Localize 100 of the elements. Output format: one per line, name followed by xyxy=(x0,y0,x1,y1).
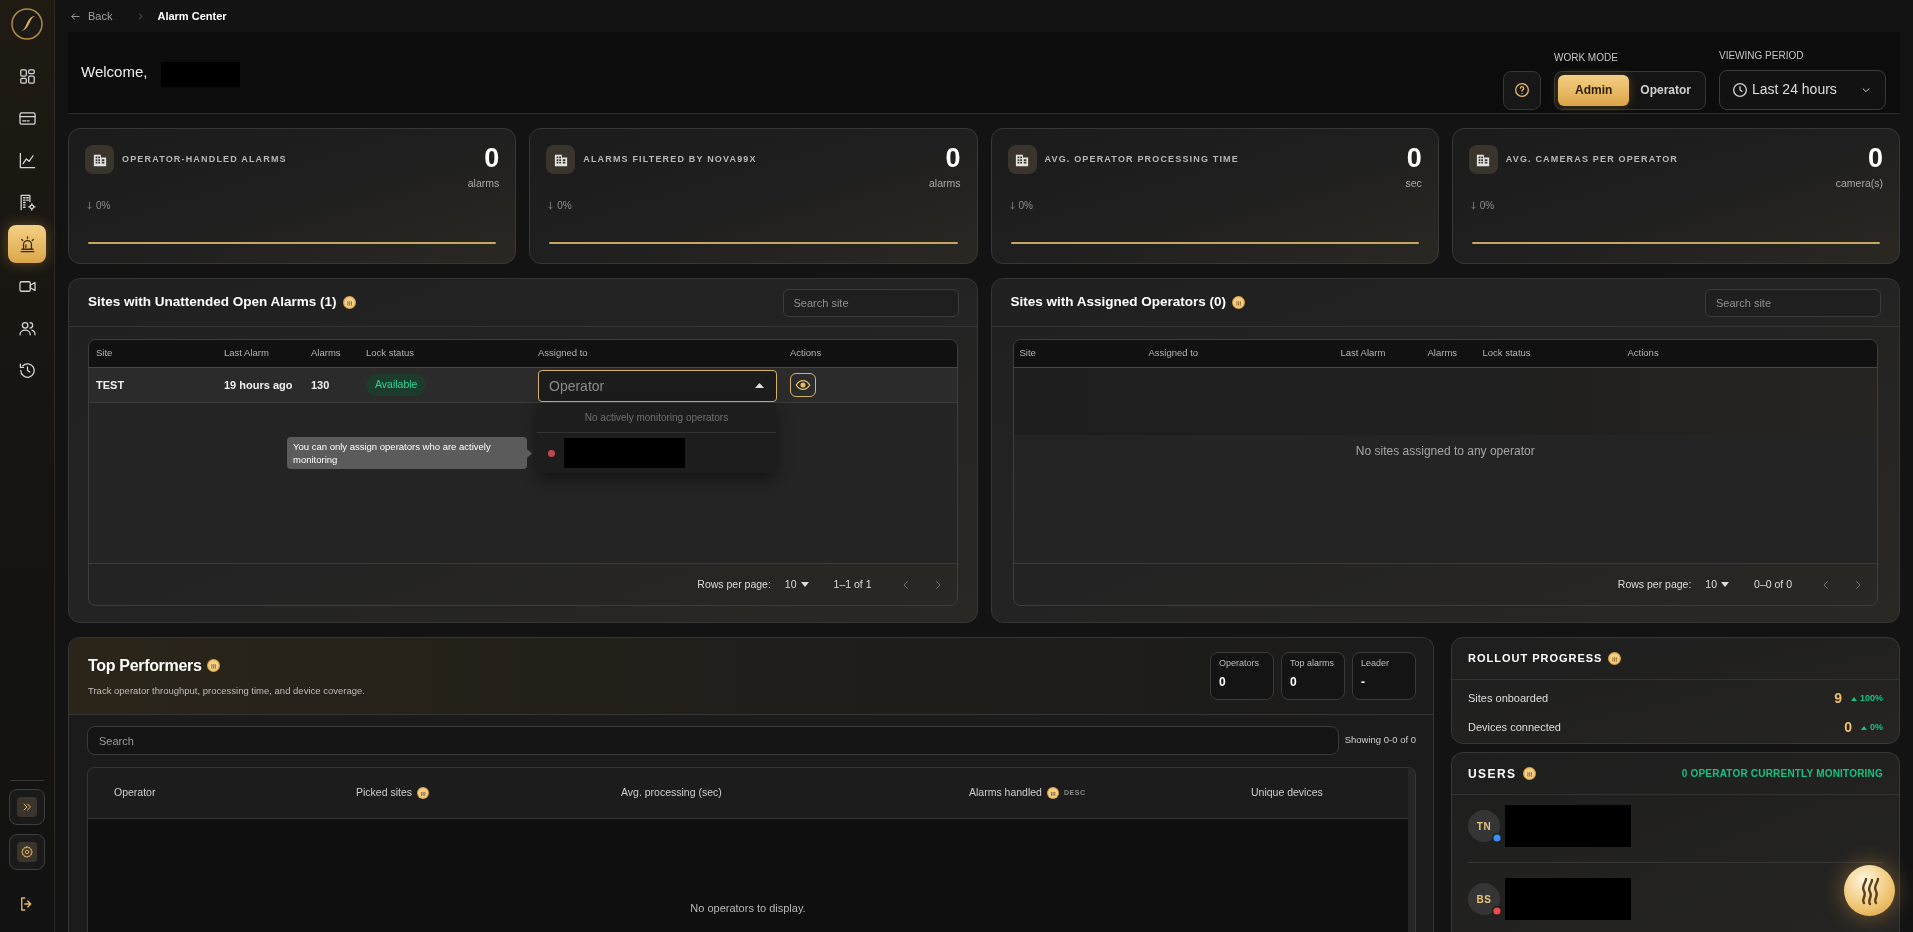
stat-change: 0% xyxy=(1479,198,1495,213)
arrow-left-icon xyxy=(70,10,81,22)
work-mode-label: WORK MODE xyxy=(1553,50,1619,65)
metric-label: Devices connected xyxy=(1468,720,1561,736)
flame-coin-icon xyxy=(1522,767,1536,780)
table-cell-text: TEST xyxy=(96,377,126,393)
help-button[interactable] xyxy=(1502,70,1541,110)
operator-select[interactable]: Operator xyxy=(538,369,777,402)
grid-icon xyxy=(17,66,37,86)
arrow-down-icon xyxy=(1007,199,1017,211)
flame-coin-icon xyxy=(1608,652,1622,665)
card-title: USERS xyxy=(1468,765,1517,783)
column-header: Assigned to xyxy=(538,346,589,361)
column-header: Site xyxy=(1019,346,1037,361)
panel-subtitle: Track operator throughput, processing time, and device coverage. xyxy=(88,683,365,698)
column-header: Avg. processing (sec) xyxy=(621,785,722,801)
settings-button[interactable] xyxy=(9,834,45,870)
eye-icon xyxy=(795,377,811,393)
column-header: Alarms handled xyxy=(969,785,1042,801)
rows-per-page-label: Rows per page: xyxy=(697,576,771,592)
stat-change: 0% xyxy=(557,198,572,213)
tooltip: You can only assign operators who are actively monitoring xyxy=(287,437,527,469)
rows-per-page-select[interactable]: 10 xyxy=(784,576,809,593)
building-icon xyxy=(85,145,114,174)
caret-up-icon xyxy=(755,382,764,388)
results-count: Showing 0-0 of 0 xyxy=(1344,733,1416,748)
search-field[interactable]: Search xyxy=(87,726,1339,755)
summary-value: 0 xyxy=(1290,676,1298,688)
table-cell-text: 130 xyxy=(311,377,331,393)
summary-label: Leader xyxy=(1361,659,1391,668)
stat-change: 0% xyxy=(1018,198,1033,213)
column-header: Last Alarm xyxy=(224,346,270,361)
chevron-right-icon xyxy=(136,11,146,21)
search-field[interactable]: Search site xyxy=(1705,288,1881,317)
line-chart-icon xyxy=(17,150,37,170)
column-header: Last Alarm xyxy=(1340,346,1387,361)
table-cell-text: 19 hours ago xyxy=(224,377,294,393)
viewing-period-label: VIEWING PERIOD xyxy=(1719,48,1805,63)
card-title: ROLLOUT PROGRESS xyxy=(1468,651,1603,667)
welcome-text: Welcome, xyxy=(81,62,148,83)
building-icon xyxy=(546,145,576,174)
arrow-down-icon xyxy=(1468,199,1478,211)
empty-note: No actively monitoring operators xyxy=(584,411,729,425)
summary-label: Top alarms xyxy=(1290,659,1335,668)
column-header: Assigned to xyxy=(1148,346,1200,361)
tooltip-arrow xyxy=(527,448,532,458)
stat-change: 0% xyxy=(96,198,111,213)
status-badge: Available xyxy=(366,374,427,396)
rows-per-page-label: Rows per page: xyxy=(1617,576,1692,592)
flame-coin-icon xyxy=(207,659,221,673)
stat-title: AVG. CAMERAS PER OPERATOR xyxy=(1505,155,1678,164)
logo xyxy=(11,8,43,40)
view-button[interactable] xyxy=(790,373,816,397)
back-link[interactable]: Back xyxy=(70,7,113,25)
work-mode-option[interactable]: Admin xyxy=(1557,74,1630,106)
metric-value: 9 xyxy=(1834,689,1842,708)
user-avatar: TN xyxy=(1468,810,1500,842)
caret-down-icon xyxy=(1721,582,1730,587)
empty-message: No sites assigned to any operator xyxy=(1355,443,1535,460)
stat-title: AVG. OPERATOR PROCESSING TIME xyxy=(1044,155,1239,164)
metric-value: 0 xyxy=(1844,718,1852,737)
panel-title: Sites with Unattended Open Alarms (1) xyxy=(88,293,337,312)
stat-value: 0 xyxy=(484,145,500,172)
breadcrumb-current: Alarm Center xyxy=(157,8,227,24)
double-chevron-right-icon xyxy=(17,797,37,817)
summary-value: 0 xyxy=(1219,676,1227,688)
search-field[interactable]: Search site xyxy=(782,288,959,317)
metric-label: Sites onboarded xyxy=(1468,691,1549,707)
help-icon xyxy=(1513,82,1530,98)
stat-title: ALARMS FILTERED BY NOVA99X xyxy=(583,155,757,164)
page-range: 0–0 of 0 xyxy=(1754,576,1792,592)
settings-icon xyxy=(17,842,37,862)
stat-value: 0 xyxy=(1406,145,1422,172)
triangle-up-icon xyxy=(1861,725,1867,730)
arrow-down-icon xyxy=(546,199,556,211)
column-header: Actions xyxy=(1627,346,1660,361)
work-mode-option[interactable]: Operator xyxy=(1629,74,1702,106)
metric-change: 100% xyxy=(1859,691,1883,705)
column-header: Lock status xyxy=(1482,346,1532,361)
rows-per-page-select[interactable]: 10 xyxy=(1705,576,1730,593)
history-icon xyxy=(17,360,37,380)
clock-icon xyxy=(1732,81,1748,98)
flame-coin-icon xyxy=(342,296,356,309)
sidebar-item[interactable] xyxy=(8,225,46,263)
column-header: Alarms xyxy=(311,346,342,361)
column-header: Lock status xyxy=(366,346,416,361)
column-header: Operator xyxy=(114,785,156,801)
column-header: Actions xyxy=(790,346,823,361)
metric-change: 0% xyxy=(1870,720,1883,734)
stat-title: OPERATOR-HANDLED ALARMS xyxy=(122,155,287,164)
panel-title: Sites with Assigned Operators (0) xyxy=(1010,293,1227,312)
building-icon xyxy=(1007,145,1037,174)
stat-unit: camera(s) xyxy=(1835,178,1883,189)
viewing-period-select[interactable]: Last 24 hours xyxy=(1719,69,1886,110)
stat-unit: alarms xyxy=(929,178,961,189)
stat-unit: alarms xyxy=(467,178,500,189)
user-avatar: BS xyxy=(1468,883,1500,915)
stat-unit: sec xyxy=(1405,178,1422,189)
column-header: Picked sites xyxy=(356,785,413,801)
summary-label: Operators xyxy=(1219,659,1261,668)
